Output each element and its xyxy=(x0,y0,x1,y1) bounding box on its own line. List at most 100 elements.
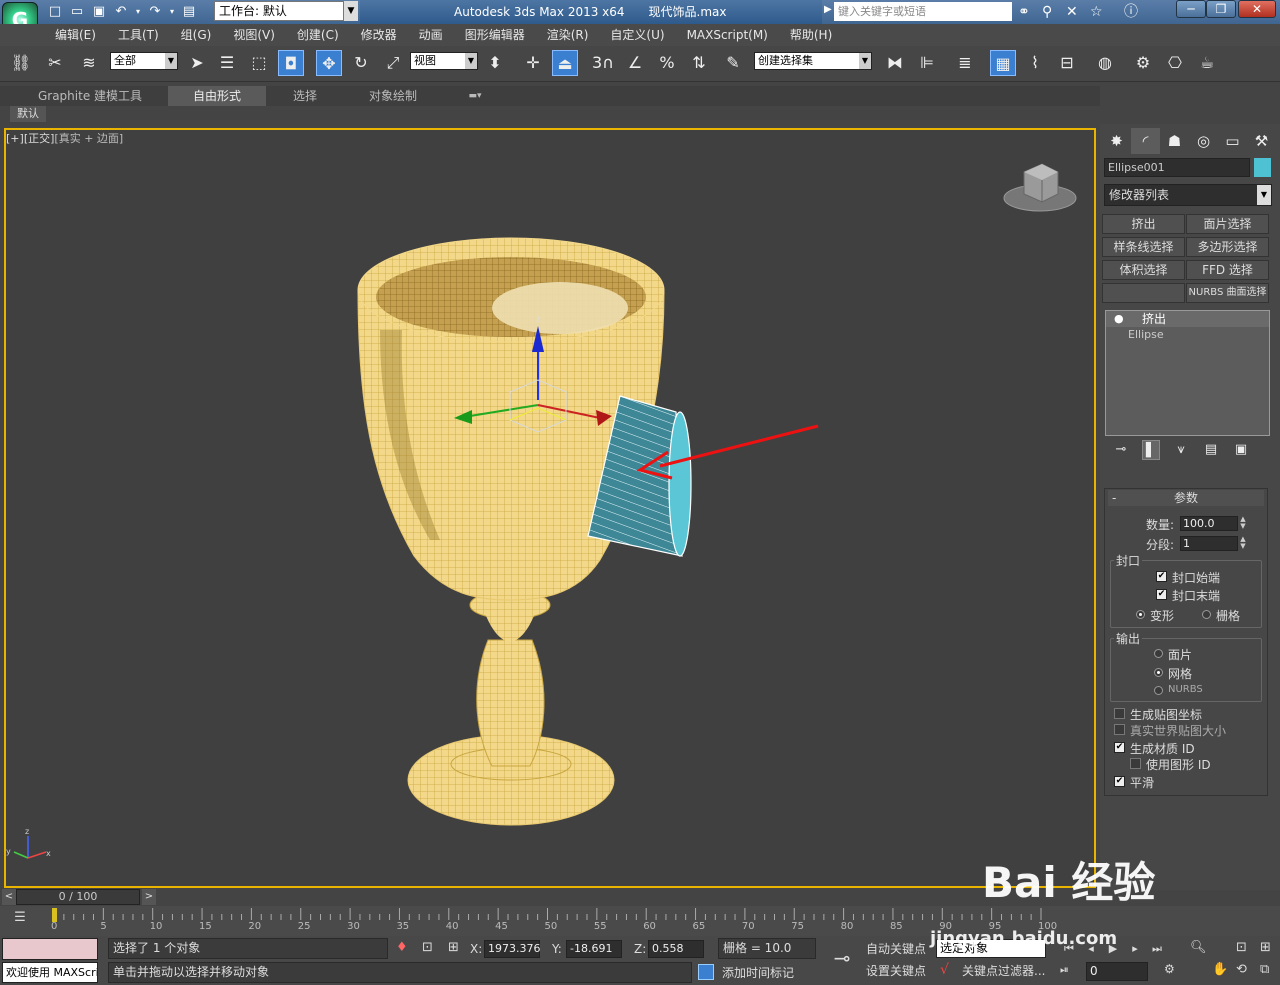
modifier-button-nurbs-select[interactable]: NURBS 曲面选择 xyxy=(1186,283,1269,303)
modifier-button-empty[interactable] xyxy=(1102,283,1185,303)
pan-view-icon[interactable]: ✋ xyxy=(1212,962,1228,977)
zoom-icon[interactable]: 🔍︎ xyxy=(1190,940,1207,955)
render-production-icon[interactable]: ☕ xyxy=(1194,50,1220,76)
modifier-list-select[interactable]: 修改器列表 ▼ xyxy=(1104,184,1272,206)
svg-text:x: x xyxy=(46,849,51,858)
segments-input[interactable]: 1 xyxy=(1180,536,1238,551)
tick-label: 5 xyxy=(100,921,107,932)
tick-label: 25 xyxy=(297,921,311,932)
hierarchy-tab-icon[interactable]: ☗ xyxy=(1160,128,1189,154)
close-button[interactable]: ✕ xyxy=(1238,0,1276,18)
gen-matid-label: 生成材质 ID xyxy=(1130,742,1195,756)
output-nurbs-radio[interactable] xyxy=(1154,686,1163,695)
use-shape-id-label: 使用图形 ID xyxy=(1146,758,1211,772)
isolate-icon[interactable]: ♦ xyxy=(396,940,408,955)
show-end-result-icon[interactable]: ▌ xyxy=(1142,440,1160,460)
current-frame-input[interactable]: 0 xyxy=(1086,962,1148,981)
modifier-button-spline-select[interactable]: 样条线选择 xyxy=(1102,237,1185,257)
time-slider[interactable]: 0 / 100 xyxy=(16,889,140,905)
absolute-mode-icon[interactable]: ⊞ xyxy=(448,940,459,955)
x-coordinate-input[interactable]: 1973.376 xyxy=(484,940,541,958)
motion-tab-icon[interactable]: ◎ xyxy=(1189,128,1218,154)
prompt-line: 单击并拖动以选择并移动对象 xyxy=(108,962,692,983)
set-key-big-icon[interactable]: ⊸ xyxy=(824,946,860,974)
stack-item-ellipse[interactable]: Ellipse xyxy=(1106,327,1269,343)
maxscript-mini-listener[interactable]: 欢迎使用 MAXScript。 xyxy=(2,962,98,983)
modifier-button-ffd-select[interactable]: FFD 选择 xyxy=(1186,260,1269,280)
time-tag-icon[interactable] xyxy=(698,964,714,980)
output-patch-radio[interactable] xyxy=(1154,649,1163,658)
add-time-tag-button[interactable]: 添加时间标记 xyxy=(722,963,794,983)
utilities-tab-icon[interactable]: ⚒ xyxy=(1247,128,1276,154)
lock-selection-icon[interactable]: ⊡ xyxy=(422,940,433,955)
mini-curve-editor-icon[interactable]: ☰ xyxy=(8,910,32,930)
create-tab-icon[interactable]: ✸ xyxy=(1102,128,1131,154)
object-color-swatch[interactable] xyxy=(1254,158,1271,177)
viewport-scene: z z y x xyxy=(6,163,1077,859)
spinner-icon[interactable]: ▲ ▼ xyxy=(1238,536,1248,551)
gen-map-coords-checkbox[interactable] xyxy=(1114,708,1125,719)
z-coordinate-input[interactable]: 0.558 xyxy=(648,940,704,958)
svg-text:z: z xyxy=(536,315,541,325)
spinner-icon[interactable]: ▲ ▼ xyxy=(1238,516,1248,531)
modify-tab-icon[interactable]: ◜ xyxy=(1131,128,1160,154)
modifier-button-patch-select[interactable]: 面片选择 xyxy=(1186,214,1269,234)
modifier-button-vol-select[interactable]: 体积选择 xyxy=(1102,260,1185,280)
modifier-list-label: 修改器列表 xyxy=(1109,188,1170,202)
morph-radio[interactable] xyxy=(1136,610,1145,619)
real-world-map-label: 真实世界贴图大小 xyxy=(1130,724,1227,738)
render-setup-icon[interactable]: ⚙ xyxy=(1130,50,1156,76)
output-title: 输出 xyxy=(1114,630,1143,647)
key-filter-curve-icon: √ xyxy=(940,962,949,978)
collapse-icon: - xyxy=(1112,491,1117,505)
time-config-icon[interactable]: ⚙ xyxy=(1164,962,1175,976)
grid-radio[interactable] xyxy=(1202,610,1211,619)
previous-frame-icon[interactable]: < xyxy=(2,889,16,905)
real-world-map-checkbox[interactable] xyxy=(1114,724,1125,735)
next-key-icon[interactable]: ▸ xyxy=(1126,940,1144,958)
cap-end-label: 封口末端 xyxy=(1172,589,1221,603)
svg-text:y: y xyxy=(6,847,11,856)
viewcube[interactable] xyxy=(1003,163,1077,212)
baidu-watermark: Bai 经验 xyxy=(982,858,1156,907)
lightbulb-icon[interactable]: ● xyxy=(1114,311,1124,327)
amount-input[interactable]: 100.0 xyxy=(1180,516,1238,531)
maxscript-listener[interactable] xyxy=(2,938,98,960)
zoom-extents-icon[interactable]: ⊡ xyxy=(1236,940,1247,955)
object-name-field[interactable]: Ellipse001 xyxy=(1104,158,1250,177)
zoom-all-icon[interactable]: ⊞ xyxy=(1260,940,1271,955)
auto-key-button[interactable]: 自动关键点 xyxy=(866,939,926,959)
time-marker[interactable] xyxy=(52,908,57,922)
tick-label: 10 xyxy=(149,921,163,932)
tick-label: 45 xyxy=(495,921,508,932)
maximize-button[interactable]: ❐ xyxy=(1206,0,1236,18)
help-icon[interactable]: ⓘ xyxy=(1124,2,1138,22)
minimize-button[interactable]: ─ xyxy=(1176,0,1206,18)
modifier-button-extrude[interactable]: 挤出 xyxy=(1102,214,1185,234)
use-shape-id-checkbox[interactable] xyxy=(1130,758,1141,769)
gen-matid-checkbox[interactable]: ✔ xyxy=(1114,742,1125,753)
smooth-checkbox[interactable]: ✔ xyxy=(1114,776,1125,787)
cap-end-checkbox[interactable]: ✔ xyxy=(1156,589,1167,600)
output-mesh-radio[interactable] xyxy=(1154,668,1163,677)
make-unique-icon[interactable]: ⩛ xyxy=(1172,440,1190,460)
key-filters-button[interactable]: 关键点过滤器... xyxy=(962,961,1045,981)
maximize-viewport-icon[interactable]: ⧉ xyxy=(1260,962,1269,977)
stack-item-extrude[interactable]: ● 挤出 xyxy=(1106,311,1269,327)
rendered-frame-icon[interactable]: ⎔ xyxy=(1162,50,1188,76)
tick-label: 15 xyxy=(199,921,212,932)
next-frame-icon[interactable]: > xyxy=(142,889,156,905)
set-key-button[interactable]: 设置关键点 xyxy=(866,961,926,981)
display-tab-icon[interactable]: ▭ xyxy=(1218,128,1247,154)
orbit-icon[interactable]: ⟲ xyxy=(1236,962,1247,977)
key-mode-toggle-icon[interactable]: ⏯ xyxy=(1060,963,1069,977)
y-coordinate-input[interactable]: -18.691 xyxy=(566,940,622,958)
parameters-rollout-title[interactable]: - 参数 xyxy=(1108,490,1264,506)
configure-sets-icon[interactable]: ▣ xyxy=(1232,440,1250,460)
modifier-button-poly-select[interactable]: 多边形选择 xyxy=(1186,237,1269,257)
cap-start-checkbox[interactable]: ✔ xyxy=(1156,571,1167,582)
go-to-end-icon[interactable]: ⏭ xyxy=(1148,940,1166,958)
pin-stack-icon[interactable]: ⊸ xyxy=(1112,440,1130,460)
tick-label: 35 xyxy=(396,921,410,932)
remove-modifier-icon[interactable]: ▤ xyxy=(1202,440,1220,460)
